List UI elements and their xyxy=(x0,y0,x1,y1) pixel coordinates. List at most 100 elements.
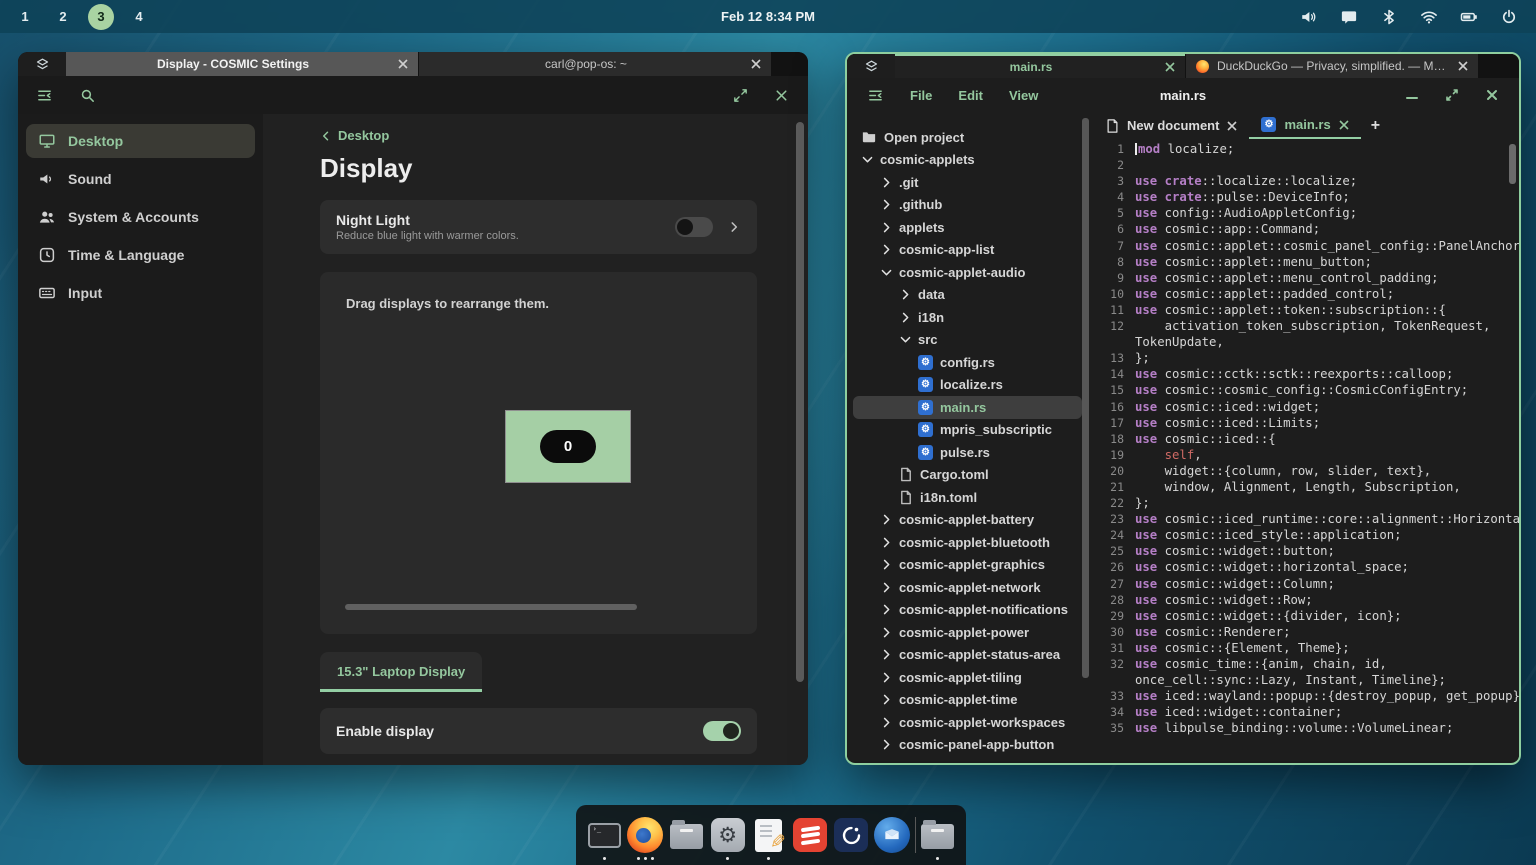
tree-item[interactable]: Open project xyxy=(853,126,1082,149)
chevron-right-icon[interactable] xyxy=(880,626,893,639)
chevron-right-icon[interactable] xyxy=(899,288,912,301)
tree-item[interactable]: cosmic-applets xyxy=(853,149,1082,172)
tree-item[interactable]: cosmic-applet-notifications xyxy=(853,599,1082,622)
window-tab-terminal[interactable]: carl@pop-os: ~ xyxy=(419,52,771,76)
tree-item[interactable]: cosmic-applet-power xyxy=(853,621,1082,644)
chevron-right-icon[interactable] xyxy=(880,738,893,751)
bluetooth-icon[interactable] xyxy=(1380,8,1398,26)
chat-icon[interactable] xyxy=(1340,8,1358,26)
tree-item[interactable]: i18n xyxy=(853,306,1082,329)
tree-item[interactable]: .github xyxy=(853,194,1082,217)
workspace-button-3[interactable]: 3 xyxy=(88,4,114,30)
close-icon[interactable] xyxy=(1339,120,1349,130)
tree-item[interactable]: applets xyxy=(853,216,1082,239)
tree-item[interactable]: Cargo.toml xyxy=(853,464,1082,487)
tree-item[interactable]: cosmic-applet-status-area xyxy=(853,644,1082,667)
search-icon[interactable] xyxy=(79,87,96,104)
maximize-icon[interactable] xyxy=(732,87,749,104)
tree-item[interactable]: cosmic-applet-bluetooth xyxy=(853,531,1082,554)
sidebar-toggle-icon[interactable] xyxy=(867,87,884,104)
chevron-right-icon[interactable] xyxy=(899,311,912,324)
chevron-right-icon[interactable] xyxy=(880,693,893,706)
display-rect[interactable]: 0 xyxy=(505,410,631,483)
tree-item[interactable]: cosmic-applet-workspaces xyxy=(853,711,1082,734)
menu-edit[interactable]: Edit xyxy=(958,88,983,103)
sidebar-item-sound[interactable]: Sound xyxy=(26,162,255,196)
chevron-right-icon[interactable] xyxy=(880,221,893,234)
tree-item[interactable]: cosmic-applet-time xyxy=(853,689,1082,712)
dock-item-firefox[interactable] xyxy=(626,808,664,862)
chevron-right-icon[interactable] xyxy=(880,243,893,256)
chevron-right-icon[interactable] xyxy=(880,558,893,571)
chevron-down-icon[interactable] xyxy=(861,153,874,166)
layers-icon[interactable] xyxy=(847,54,895,78)
doc-tab-main-rs[interactable]: ⚙ main.rs xyxy=(1249,112,1360,139)
tree-item[interactable]: ⚙config.rs xyxy=(853,351,1082,374)
doc-tab-new-document[interactable]: New document xyxy=(1094,112,1249,139)
volume-icon[interactable] xyxy=(1300,8,1318,26)
tree-item[interactable]: ⚙pulse.rs xyxy=(853,441,1082,464)
enable-display-toggle[interactable] xyxy=(703,721,741,741)
tree-item[interactable]: ⚙localize.rs xyxy=(853,374,1082,397)
dock-item-folder[interactable] xyxy=(919,808,957,862)
menu-file[interactable]: File xyxy=(910,88,932,103)
tree-item[interactable]: ⚙mpris_subscriptic xyxy=(853,419,1082,442)
chevron-right-icon[interactable] xyxy=(880,176,893,189)
tree-item[interactable]: cosmic-applet-network xyxy=(853,576,1082,599)
close-icon[interactable] xyxy=(1458,61,1468,71)
horizontal-scrollbar[interactable] xyxy=(345,604,637,610)
wifi-icon[interactable] xyxy=(1420,8,1438,26)
workspace-button-2[interactable]: 2 xyxy=(50,4,76,30)
dock-item-todoist[interactable] xyxy=(791,808,829,862)
minimize-icon[interactable] xyxy=(1405,88,1419,102)
chevron-right-icon[interactable] xyxy=(880,603,893,616)
close-icon[interactable] xyxy=(1227,121,1237,131)
dock-item-mattermost[interactable] xyxy=(832,808,870,862)
close-icon[interactable] xyxy=(773,87,790,104)
dock-item-terminal[interactable] xyxy=(585,808,623,862)
tree-item[interactable]: cosmic-applet-battery xyxy=(853,509,1082,532)
chevron-right-icon[interactable] xyxy=(880,198,893,211)
tree-item[interactable]: src xyxy=(853,329,1082,352)
tree-scrollbar[interactable] xyxy=(1082,118,1089,678)
window-tab-settings[interactable]: Display - COSMIC Settings xyxy=(66,52,418,76)
dock-item-text-editor[interactable] xyxy=(750,808,788,862)
night-light-row[interactable]: Night Light Reduce blue light with warme… xyxy=(320,200,757,254)
chevron-right-icon[interactable] xyxy=(880,716,893,729)
tree-item[interactable]: data xyxy=(853,284,1082,307)
tree-item[interactable]: cosmic-applet-graphics xyxy=(853,554,1082,577)
workspace-button-4[interactable]: 4 xyxy=(126,4,152,30)
power-icon[interactable] xyxy=(1500,8,1518,26)
close-icon[interactable] xyxy=(1165,62,1175,72)
chevron-right-icon[interactable] xyxy=(880,671,893,684)
chevron-right-icon[interactable] xyxy=(880,513,893,526)
dock-item-thunderbird[interactable] xyxy=(873,808,911,862)
workspace-button-1[interactable]: 1 xyxy=(12,4,38,30)
chevron-down-icon[interactable] xyxy=(899,333,912,346)
window-tab-firefox[interactable]: DuckDuckGo — Privacy, simplified. — Mozi… xyxy=(1186,54,1478,78)
menu-view[interactable]: View xyxy=(1009,88,1038,103)
breadcrumb[interactable]: Desktop xyxy=(320,128,757,143)
sidebar-item-desktop[interactable]: Desktop xyxy=(26,124,255,158)
window-tab-editor[interactable]: main.rs xyxy=(895,54,1185,78)
layers-icon[interactable] xyxy=(18,52,66,76)
close-icon[interactable] xyxy=(751,59,761,69)
settings-vertical-scrollbar[interactable] xyxy=(796,122,804,682)
chevron-right-icon[interactable] xyxy=(880,536,893,549)
display-tab[interactable]: 15.3" Laptop Display xyxy=(320,652,482,692)
tree-item[interactable]: cosmic-panel-app-button xyxy=(853,734,1082,757)
sidebar-toggle-icon[interactable] xyxy=(36,87,53,104)
dock-item-files[interactable] xyxy=(668,808,706,862)
tree-item[interactable]: ⚙main.rs xyxy=(853,396,1082,419)
close-icon[interactable] xyxy=(398,59,408,69)
close-icon[interactable] xyxy=(1485,88,1499,102)
tree-item[interactable]: cosmic-app-list xyxy=(853,239,1082,262)
chevron-right-icon[interactable] xyxy=(880,648,893,661)
sidebar-item-input[interactable]: Input xyxy=(26,276,255,310)
tree-item[interactable]: cosmic-applet-audio xyxy=(853,261,1082,284)
dock-item-settings[interactable]: ⚙ xyxy=(709,808,747,862)
editor-vertical-scrollbar[interactable] xyxy=(1509,144,1516,184)
chevron-right-icon[interactable] xyxy=(880,581,893,594)
sidebar-item-time-language[interactable]: Time & Language xyxy=(26,238,255,272)
workspace-switcher[interactable]: 1234 xyxy=(0,4,152,30)
